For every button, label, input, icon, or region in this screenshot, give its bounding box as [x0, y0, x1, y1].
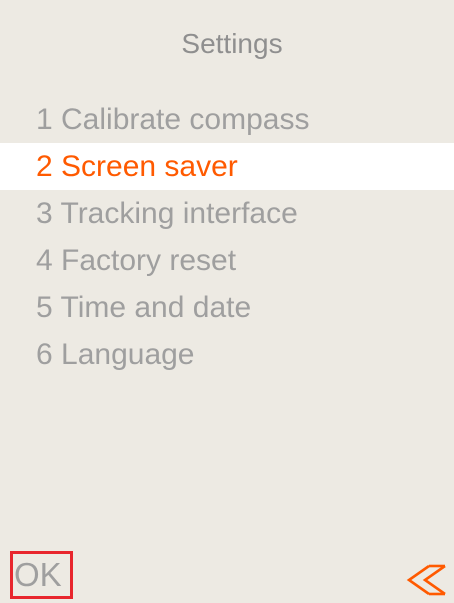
menu-item-factory-reset[interactable]: 4 Factory reset	[0, 237, 454, 284]
menu-item-language[interactable]: 6 Language	[0, 331, 454, 378]
page-title: Settings	[181, 28, 283, 59]
menu-item-time-and-date[interactable]: 5 Time and date	[0, 284, 454, 331]
double-chevron-left-icon	[406, 564, 446, 596]
menu-item-calibrate-compass[interactable]: 1 Calibrate compass	[0, 96, 454, 143]
menu-item-tracking-interface[interactable]: 3 Tracking interface	[0, 190, 454, 237]
settings-screen: Settings 1 Calibrate compass 2 Screen sa…	[0, 0, 454, 603]
ok-button[interactable]: OK	[10, 551, 73, 599]
settings-menu: 1 Calibrate compass 2 Screen saver 3 Tra…	[0, 96, 454, 378]
menu-item-screen-saver[interactable]: 2 Screen saver	[0, 143, 454, 190]
back-button[interactable]	[405, 562, 449, 598]
